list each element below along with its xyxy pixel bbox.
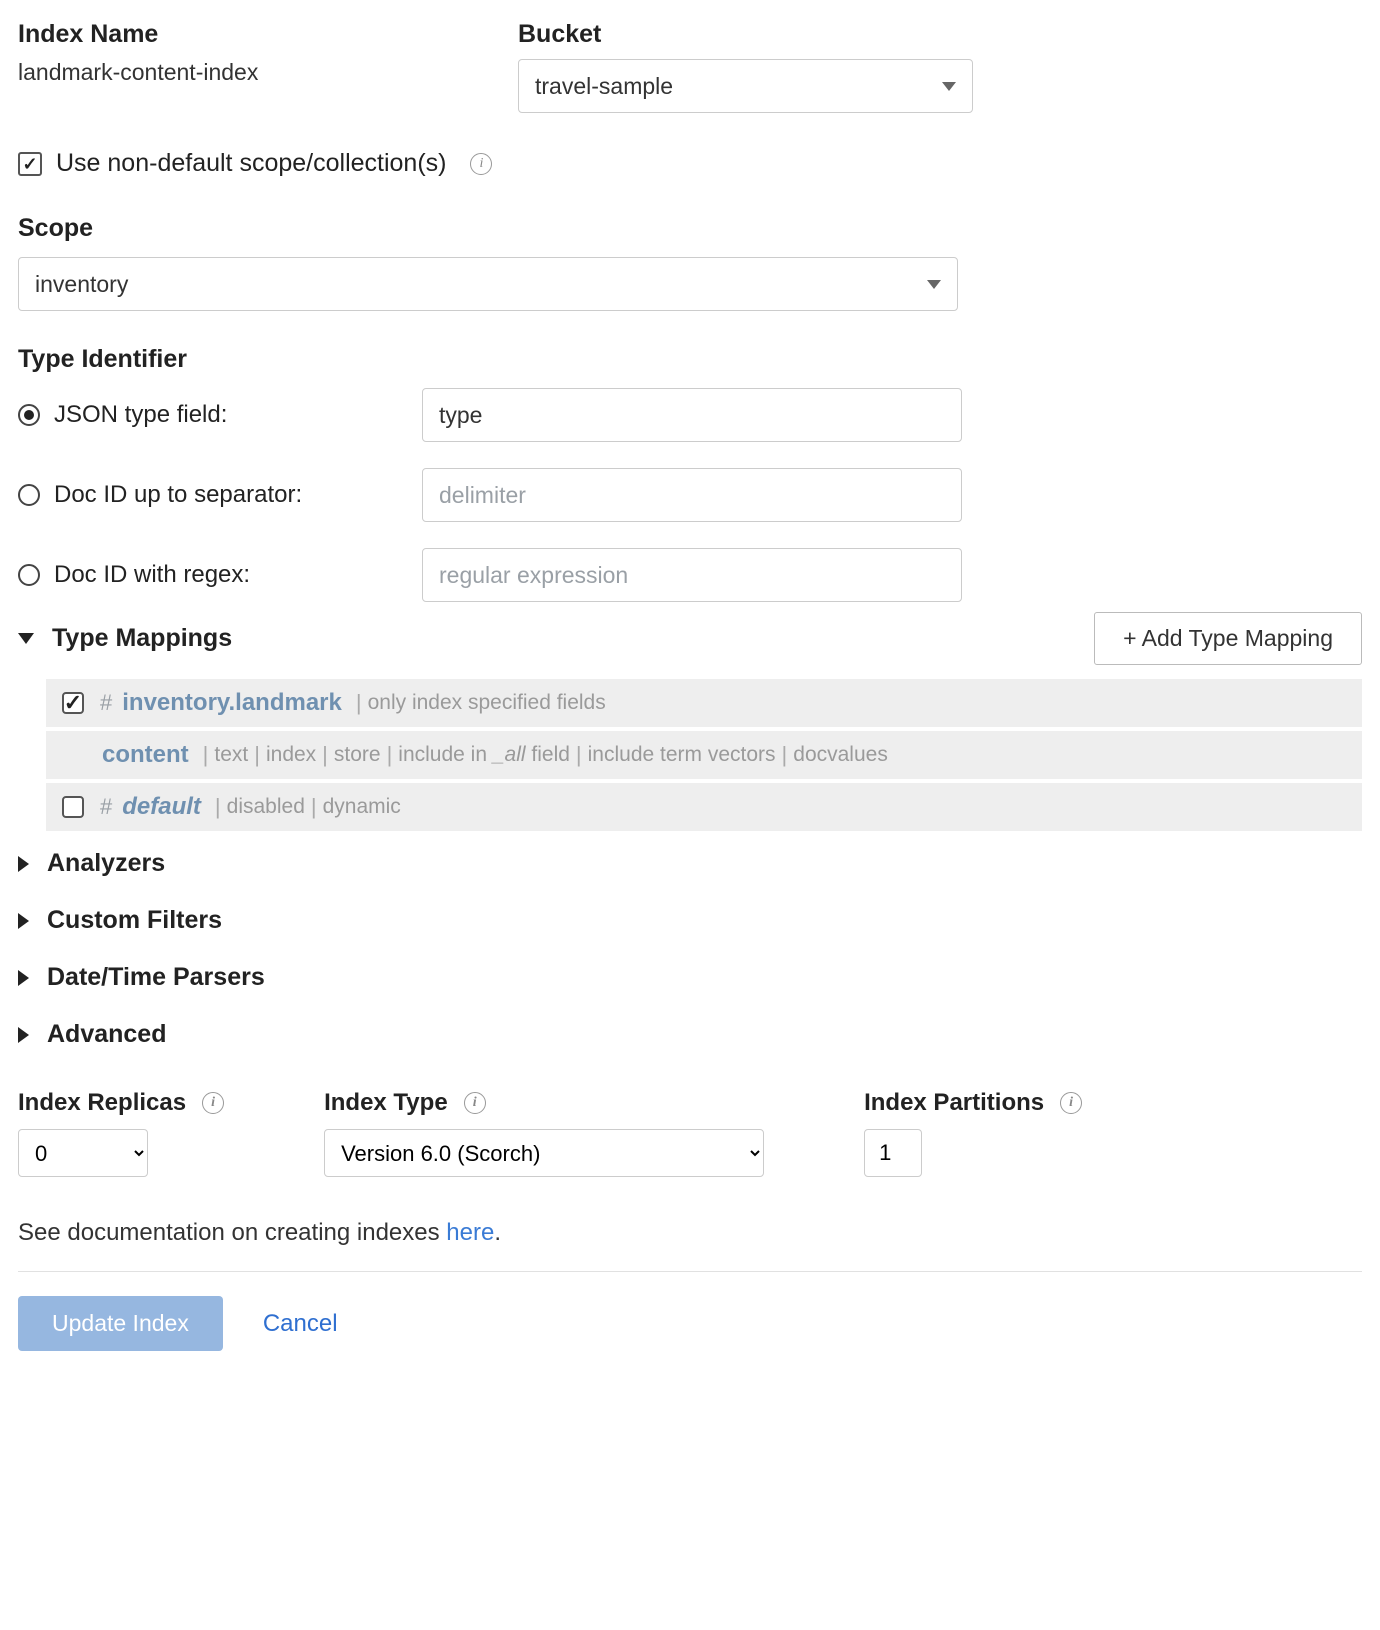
radio-doc-id-separator[interactable] <box>18 484 40 506</box>
mapping-checkbox[interactable] <box>62 692 84 714</box>
chevron-down-icon <box>942 82 956 91</box>
radio-json-type-field[interactable] <box>18 404 40 426</box>
documentation-text: See documentation on creating indexes he… <box>18 1219 1362 1247</box>
chevron-right-icon <box>18 913 29 929</box>
index-type-label: Index Type <box>324 1089 448 1117</box>
info-icon[interactable] <box>464 1092 486 1114</box>
info-icon[interactable] <box>202 1092 224 1114</box>
doc-id-separator-input[interactable] <box>422 468 962 522</box>
doc-id-regex-input[interactable] <box>422 548 962 602</box>
chevron-down-icon <box>927 280 941 289</box>
mapping-name: inventory.landmark <box>122 689 342 717</box>
radio-json-type-field-label: JSON type field: <box>54 401 422 429</box>
documentation-link[interactable]: here <box>446 1219 494 1246</box>
field-flag: docvalues <box>793 743 888 767</box>
type-identifier-label: Type Identifier <box>18 345 1362 374</box>
mapping-checkbox[interactable] <box>62 796 84 818</box>
radio-doc-id-separator-label: Doc ID up to separator: <box>54 481 422 509</box>
field-flag: index <box>266 743 316 767</box>
separator <box>18 1271 1362 1272</box>
scope-selected-value: inventory <box>35 271 128 298</box>
field-flag: include term vectors <box>588 743 776 767</box>
advanced-label: Advanced <box>47 1020 166 1049</box>
chevron-down-icon[interactable] <box>18 633 34 644</box>
index-partitions-input[interactable] <box>864 1129 922 1177</box>
chevron-right-icon <box>18 1027 29 1043</box>
use-non-default-label: Use non-default scope/collection(s) <box>56 149 446 178</box>
bucket-selected-value: travel-sample <box>535 73 673 100</box>
index-name-label: Index Name <box>18 20 518 49</box>
hash-icon: # <box>100 690 112 716</box>
type-mapping-field-row[interactable]: content | text | index | store | include… <box>46 731 1362 779</box>
scope-select[interactable]: inventory <box>18 257 958 311</box>
index-type-select[interactable]: Version 6.0 (Scorch) <box>324 1129 764 1177</box>
type-mapping-row[interactable]: # default | disabled | dynamic <box>46 783 1362 831</box>
advanced-accordion[interactable]: Advanced <box>18 1010 1362 1059</box>
scope-label: Scope <box>18 214 1362 243</box>
analyzers-label: Analyzers <box>47 849 165 878</box>
radio-doc-id-regex-label: Doc ID with regex: <box>54 561 422 589</box>
field-name: content <box>102 741 189 769</box>
chevron-right-icon <box>18 970 29 986</box>
date-time-parsers-accordion[interactable]: Date/Time Parsers <box>18 953 1362 1002</box>
info-icon[interactable] <box>1060 1092 1082 1114</box>
field-flag: include in _all field <box>398 743 570 767</box>
analyzers-accordion[interactable]: Analyzers <box>18 839 1362 888</box>
index-name-value: landmark-content-index <box>18 59 518 86</box>
info-icon[interactable] <box>470 153 492 175</box>
date-time-parsers-label: Date/Time Parsers <box>47 963 265 992</box>
hash-icon: # <box>100 794 112 820</box>
bucket-label: Bucket <box>518 20 998 49</box>
use-non-default-checkbox[interactable] <box>18 152 42 176</box>
chevron-right-icon <box>18 856 29 872</box>
add-type-mapping-button[interactable]: + Add Type Mapping <box>1094 612 1362 665</box>
index-replicas-label: Index Replicas <box>18 1089 186 1117</box>
bucket-select[interactable]: travel-sample <box>518 59 973 113</box>
json-type-field-input[interactable] <box>422 388 962 442</box>
mapping-flag: only index specified fields <box>368 691 606 715</box>
type-mappings-label: Type Mappings <box>52 624 232 653</box>
field-flag: store <box>334 743 381 767</box>
index-replicas-select[interactable]: 0 <box>18 1129 148 1177</box>
cancel-link[interactable]: Cancel <box>263 1310 338 1338</box>
mapping-flag: dynamic <box>323 795 401 819</box>
index-partitions-label: Index Partitions <box>864 1089 1044 1117</box>
radio-doc-id-regex[interactable] <box>18 564 40 586</box>
update-index-button[interactable]: Update Index <box>18 1296 223 1351</box>
mapping-flag: disabled <box>227 795 305 819</box>
custom-filters-accordion[interactable]: Custom Filters <box>18 896 1362 945</box>
mapping-name: default <box>122 793 201 821</box>
field-flag: text <box>214 743 248 767</box>
type-mapping-row[interactable]: # inventory.landmark | only index specif… <box>46 679 1362 727</box>
custom-filters-label: Custom Filters <box>47 906 222 935</box>
